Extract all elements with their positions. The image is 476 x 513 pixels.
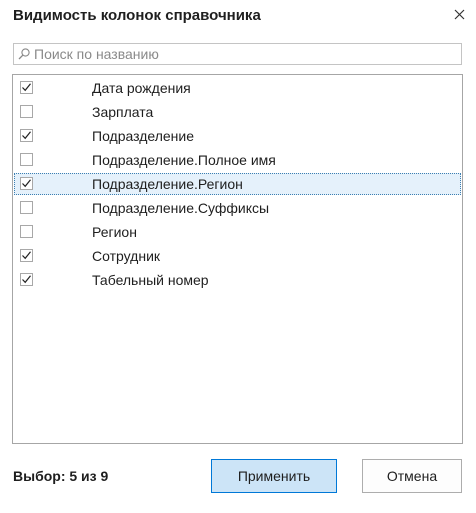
column-checkbox[interactable] <box>20 273 33 286</box>
column-checkbox[interactable] <box>20 177 33 190</box>
column-label: Подразделение.Регион <box>92 176 243 192</box>
checkmark-icon <box>22 131 31 140</box>
checkmark-icon <box>22 179 31 188</box>
column-checkbox[interactable] <box>20 129 33 142</box>
search-input[interactable] <box>34 44 454 64</box>
column-checkbox[interactable] <box>20 105 33 118</box>
close-button[interactable] <box>449 4 469 24</box>
column-checkbox[interactable] <box>20 153 33 166</box>
column-row[interactable]: Табельный номер <box>14 269 461 291</box>
cancel-button[interactable]: Отмена <box>362 459 462 493</box>
column-row[interactable]: Подразделение.Полное имя <box>14 149 461 171</box>
column-label: Табельный номер <box>92 272 209 288</box>
column-label: Дата рождения <box>92 80 191 96</box>
column-row[interactable]: Подразделение <box>14 125 461 147</box>
column-label: Подразделение.Суффиксы <box>92 200 270 216</box>
apply-button[interactable]: Применить <box>211 459 337 493</box>
column-row[interactable]: Регион <box>14 221 461 243</box>
column-label: Подразделение.Полное имя <box>92 152 276 168</box>
column-list[interactable]: Дата рождения Зарплата Подразделение Подраз… <box>12 74 463 444</box>
column-row[interactable]: Дата рождения <box>14 77 461 99</box>
column-checkbox[interactable] <box>20 249 33 262</box>
column-row[interactable]: Подразделение.Регион <box>14 173 461 195</box>
checkmark-icon <box>22 83 31 92</box>
column-checkbox[interactable] <box>20 81 33 94</box>
checkmark-icon <box>22 275 31 284</box>
column-label: Подразделение <box>92 128 195 144</box>
dialog-title: Видимость колонок справочника <box>13 7 261 24</box>
column-row[interactable]: Зарплата <box>14 101 461 123</box>
search-icon <box>18 48 30 60</box>
column-row[interactable]: Сотрудник <box>14 245 461 267</box>
column-label: Зарплата <box>92 104 154 120</box>
selection-count: Выбор: 5 из 9 <box>13 468 109 484</box>
column-visibility-dialog: Видимость колонок справочника Дата рожде… <box>0 0 476 513</box>
column-checkbox[interactable] <box>20 201 33 214</box>
column-row[interactable]: Подразделение.Суффиксы <box>14 197 461 219</box>
column-label: Регион <box>92 224 137 240</box>
search-box[interactable] <box>13 43 462 65</box>
close-icon <box>454 9 464 19</box>
checkmark-icon <box>22 251 31 260</box>
column-checkbox[interactable] <box>20 225 33 238</box>
column-label: Сотрудник <box>92 248 161 264</box>
